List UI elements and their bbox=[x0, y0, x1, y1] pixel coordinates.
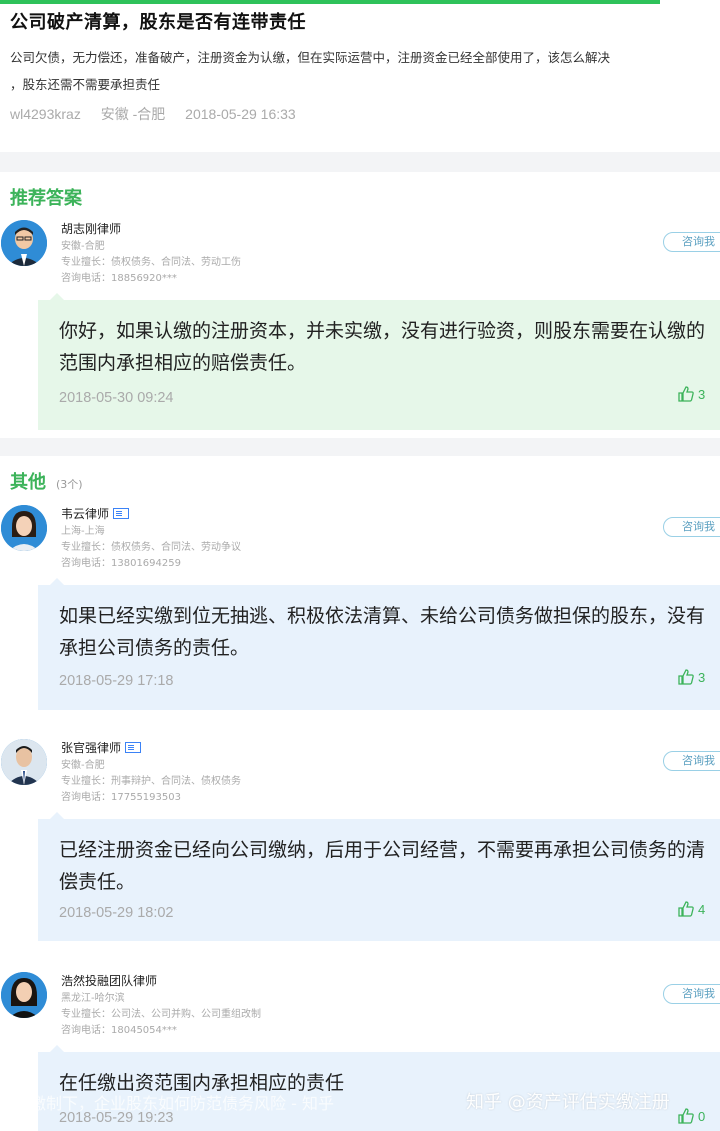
lawyer-name[interactable]: 韦云律师 bbox=[61, 505, 130, 522]
consult-button[interactable]: 咨询我 bbox=[663, 232, 720, 252]
lawyer-specialty: 专业擅长：债权债务、合同法、劳动工伤 bbox=[61, 257, 241, 268]
lawyer-name[interactable]: 浩然投融团队律师 bbox=[61, 972, 157, 989]
certified-icon bbox=[125, 742, 142, 753]
avatar[interactable] bbox=[1, 972, 47, 1018]
thumbs-up-icon bbox=[678, 1108, 694, 1124]
lawyer-phone: 咨询电话：17755193503 bbox=[61, 792, 181, 803]
thumbs-up-icon bbox=[678, 386, 694, 402]
answer-item: 韦云律师 上海-上海 专业擅长：债权债务、合同法、劳动争议 咨询电话：13801… bbox=[0, 505, 720, 715]
top-progress-bar bbox=[0, 0, 660, 4]
answer-bubble: 在任缴出资范围内承担相应的责任 2018-05-29 19:23 0 bbox=[38, 1045, 720, 1131]
lawyer-phone: 咨询电话：18045054*** bbox=[61, 1025, 177, 1036]
recommended-heading: 推荐答案 bbox=[10, 188, 82, 209]
answer-time: 2018-05-29 19:23 bbox=[59, 1110, 174, 1126]
lawyer-name[interactable]: 胡志刚律师 bbox=[61, 220, 121, 237]
like-button[interactable]: 4 bbox=[678, 901, 705, 917]
consult-button[interactable]: 咨询我 bbox=[663, 751, 720, 771]
question-user[interactable]: wl4293kraz bbox=[10, 106, 81, 122]
certified-icon bbox=[113, 508, 130, 519]
thumbs-up-icon bbox=[678, 901, 694, 917]
like-count: 0 bbox=[698, 1109, 706, 1124]
avatar[interactable] bbox=[1, 505, 47, 551]
others-count: (3个) bbox=[56, 478, 83, 491]
thumbs-up-icon bbox=[678, 669, 694, 685]
consult-button[interactable]: 咨询我 bbox=[663, 517, 720, 537]
lawyer-location: 安徽-合肥 bbox=[61, 241, 105, 252]
answer-bubble: 如果已经实缴到位无抽逃、积极依法清算、未给公司债务做担保的股东，没有承担公司债务… bbox=[38, 578, 720, 710]
answer-item: 浩然投融团队律师 黑龙江-哈尔滨 专业擅长：公司法、公司并购、公司重组改制 咨询… bbox=[0, 972, 720, 1131]
recommended-answer: 胡志刚律师 安徽-合肥 专业擅长：债权债务、合同法、劳动工伤 咨询电话：1885… bbox=[0, 220, 720, 430]
section-divider bbox=[0, 152, 720, 172]
lawyer-specialty: 专业擅长：刑事辩护、合同法、债权债务 bbox=[61, 776, 241, 787]
question-location: 安徽 -合肥 bbox=[100, 106, 166, 122]
answer-bubble: 你好，如果认缴的注册资本，并未实缴，没有进行验资，则股东需要在认缴的范围内承担相… bbox=[38, 293, 720, 430]
answer-text: 你好，如果认缴的注册资本，并未实缴，没有进行验资，则股东需要在认缴的范围内承担相… bbox=[59, 320, 706, 374]
like-button[interactable]: 0 bbox=[678, 1108, 705, 1124]
lawyer-location: 安徽-合肥 bbox=[61, 760, 105, 771]
answer-time: 2018-05-29 18:02 bbox=[59, 905, 174, 921]
others-heading: 其他 (3个) bbox=[10, 472, 83, 493]
answer-text: 在任缴出资范围内承担相应的责任 bbox=[59, 1072, 345, 1094]
avatar[interactable] bbox=[1, 739, 47, 785]
lawyer-specialty: 专业擅长：公司法、公司并购、公司重组改制 bbox=[61, 1009, 261, 1020]
answer-time: 2018-05-30 09:24 bbox=[59, 390, 174, 406]
lawyer-phone: 咨询电话：13801694259 bbox=[61, 558, 181, 569]
like-count: 4 bbox=[698, 902, 706, 917]
answer-time: 2018-05-29 17:18 bbox=[59, 673, 174, 689]
like-button[interactable]: 3 bbox=[678, 386, 705, 402]
lawyer-name[interactable]: 张官强律师 bbox=[61, 739, 142, 756]
lawyer-location: 上海-上海 bbox=[61, 526, 105, 537]
like-button[interactable]: 3 bbox=[678, 669, 705, 685]
question-meta: wl4293kraz 安徽 -合肥 2018-05-29 16:33 bbox=[10, 104, 312, 124]
lawyer-specialty: 专业擅长：债权债务、合同法、劳动争议 bbox=[61, 542, 241, 553]
answer-item: 张官强律师 安徽-合肥 专业擅长：刑事辩护、合同法、债权债务 咨询电话：1775… bbox=[0, 739, 720, 949]
answer-bubble: 已经注册资金已经向公司缴纳，后用于公司经营，不需要再承担公司债务的清偿责任。 2… bbox=[38, 812, 720, 941]
answer-text: 已经注册资金已经向公司缴纳，后用于公司经营，不需要再承担公司债务的清偿责任。 bbox=[59, 839, 706, 893]
section-divider bbox=[0, 438, 720, 456]
consult-button[interactable]: 咨询我 bbox=[663, 984, 720, 1004]
like-count: 3 bbox=[698, 670, 706, 685]
answer-text: 如果已经实缴到位无抽逃、积极依法清算、未给公司债务做担保的股东，没有承担公司债务… bbox=[59, 605, 706, 659]
lawyer-location: 黑龙江-哈尔滨 bbox=[61, 993, 125, 1004]
question-body: 公司欠债，无力偿还，准备破产，注册资金为认缴，但在实际运营中，注册资金已经全部使… bbox=[10, 50, 611, 92]
question-title: 公司破产清算，股东是否有连带责任 bbox=[10, 12, 306, 33]
question-time: 2018-05-29 16:33 bbox=[185, 106, 296, 122]
avatar[interactable] bbox=[1, 220, 47, 266]
lawyer-phone: 咨询电话：18856920*** bbox=[61, 273, 177, 284]
like-count: 3 bbox=[698, 387, 706, 402]
